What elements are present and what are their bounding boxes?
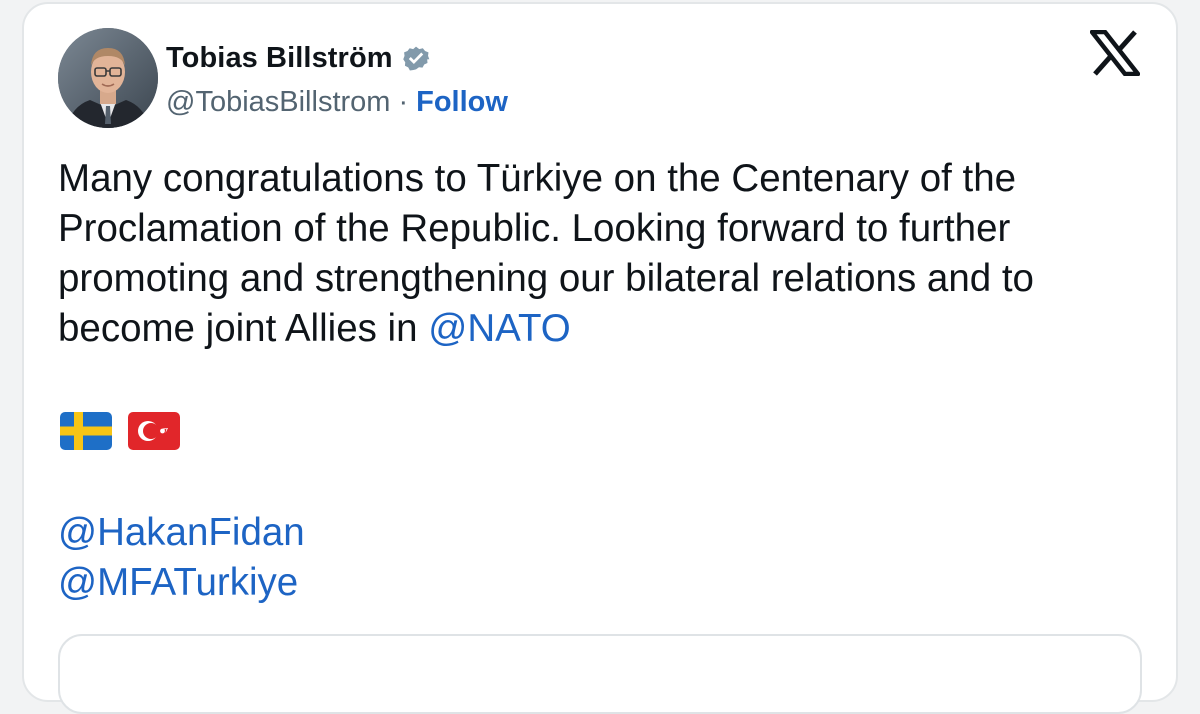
mentions-list: @HakanFidan @MFATurkiye: [58, 508, 305, 608]
mention-nato[interactable]: @NATO: [428, 307, 570, 350]
turkey-flag-icon: [128, 412, 180, 450]
x-logo-icon[interactable]: [1090, 30, 1140, 76]
mention-mfaturkiye[interactable]: @MFATurkiye: [58, 558, 305, 608]
tweet-body: Many congratulations to Türkiye on the C…: [58, 154, 1158, 354]
mention-hakanfidan[interactable]: @HakanFidan: [58, 508, 305, 558]
avatar-photo: [58, 28, 158, 128]
embedded-card[interactable]: [58, 634, 1142, 714]
author-display-name[interactable]: Tobias Billström: [166, 42, 393, 75]
author-avatar[interactable]: [58, 28, 158, 128]
flag-emoji-row: [60, 412, 180, 450]
sweden-flag-icon: [60, 412, 112, 450]
verified-badge-icon: [402, 46, 429, 71]
follow-button[interactable]: Follow: [416, 86, 508, 119]
author-name-row: Tobias Billström: [166, 38, 433, 78]
author-handle[interactable]: @TobiasBillstrom: [166, 86, 390, 119]
handle-separator: ·: [398, 85, 409, 118]
author-handle-row: @TobiasBillstrom · Follow: [166, 82, 508, 122]
